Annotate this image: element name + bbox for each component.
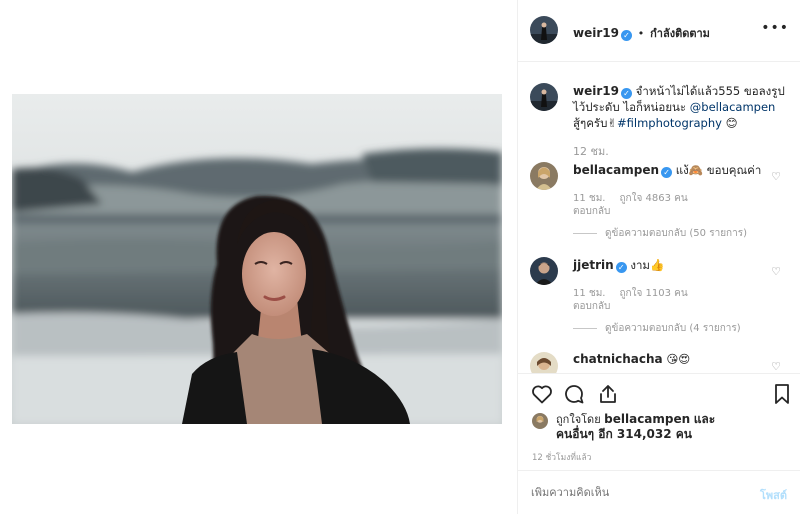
bookmark-icon[interactable] bbox=[770, 382, 794, 406]
comment-meta: 11 ชม. ถูกใจ 1103 คน ตอบกลับ bbox=[573, 287, 702, 313]
caption-emoji-victory: ✌ bbox=[607, 116, 618, 130]
author-avatar[interactable] bbox=[530, 16, 558, 44]
comment-text: bellacampen ✓ แง้🙈 ขอบคุณค่า bbox=[573, 162, 761, 180]
post-timestamp[interactable]: 12 ชั่วโมงที่แล้ว bbox=[532, 450, 591, 464]
commenter-avatar[interactable] bbox=[530, 257, 558, 285]
comment-input[interactable] bbox=[531, 486, 731, 499]
view-replies-label: ดูข้อความตอบกลับ (4 รายการ) bbox=[605, 323, 741, 334]
liker-username[interactable]: bellacampen bbox=[604, 412, 690, 426]
commenter-username[interactable]: jjetrin bbox=[573, 258, 614, 272]
caption-emoji-smile: 😊 bbox=[725, 116, 738, 130]
comment-item: bellacampen ✓ แง้🙈 ขอบคุณค่า 11 ชม. ถูกใจ … bbox=[518, 162, 800, 242]
verified-badge-icon: ✓ bbox=[620, 30, 632, 41]
comment-like-heart-icon[interactable]: ♡ bbox=[771, 360, 781, 373]
comment-like-heart-icon[interactable]: ♡ bbox=[771, 265, 781, 278]
verified-badge-icon: ✓ bbox=[620, 88, 632, 99]
verified-badge-icon: ✓ bbox=[661, 167, 673, 178]
commenter-username[interactable]: chatnichacha bbox=[573, 352, 663, 366]
comment-likes-count[interactable]: ถูกใจ 4863 คน bbox=[619, 193, 687, 204]
comment-like-heart-icon[interactable]: ♡ bbox=[771, 170, 781, 183]
comment-icon[interactable] bbox=[562, 382, 586, 406]
comment-body: แง้🙈 ขอบคุณค่า bbox=[675, 163, 762, 177]
add-comment-bar: โพสต์ bbox=[518, 470, 800, 514]
verified-badge-icon: ✓ bbox=[615, 262, 627, 273]
replies-divider-line bbox=[573, 232, 597, 234]
likes-others-link[interactable]: คนอื่นๆ อีก 314,032 คน bbox=[556, 427, 692, 441]
caption-line-2: ไว้ประดับ ไอก็หน่อยนะ bbox=[573, 100, 687, 114]
post-photo[interactable] bbox=[12, 94, 502, 424]
heart-icon[interactable] bbox=[530, 382, 554, 406]
comment-likes-count[interactable]: ถูกใจ 1103 คน bbox=[619, 288, 687, 299]
view-replies-link[interactable]: ดูข้อความตอบกลับ (50 รายการ) bbox=[573, 226, 747, 241]
caption-username[interactable]: weir19 bbox=[573, 84, 619, 98]
comment-text: chatnichacha 😘😍 bbox=[573, 352, 690, 366]
comment-body: 😘😍 bbox=[666, 352, 691, 366]
likes-text: ถูกใจโดย bellacampen และ คนอื่นๆ อีก 314… bbox=[556, 412, 715, 442]
comment-text: jjetrin ✓ งาม👍 bbox=[573, 257, 664, 275]
likes-and: และ bbox=[693, 412, 716, 426]
separator-dot: • bbox=[637, 27, 645, 40]
following-button[interactable]: กำลังติดตาม bbox=[650, 27, 710, 40]
reply-button[interactable]: ตอบกลับ bbox=[573, 300, 688, 313]
comments-list: weir19 ✓ จำหน้าไม่ได้แล้ว555 ขอลงรูป ไว้ป… bbox=[518, 63, 800, 373]
post-sidebar: weir19 ✓ • กำลังติดตาม ••• weir19 ✓ จำหน้า… bbox=[517, 0, 800, 514]
caption-author-avatar[interactable] bbox=[530, 83, 558, 111]
view-replies-link[interactable]: ดูข้อความตอบกลับ (4 รายการ) bbox=[573, 321, 741, 336]
reply-button[interactable]: ตอบกลับ bbox=[573, 205, 688, 218]
comment-timestamp[interactable]: 11 ชม. bbox=[573, 288, 605, 299]
caption-hashtag-link[interactable]: #filmphotography bbox=[617, 116, 722, 130]
commenter-avatar[interactable] bbox=[530, 352, 558, 373]
caption-mention-link[interactable]: @bellacampen bbox=[690, 100, 776, 114]
more-horizontal-icon[interactable]: ••• bbox=[761, 20, 789, 36]
author-username[interactable]: weir19 bbox=[573, 26, 619, 40]
commenter-avatar[interactable] bbox=[530, 162, 558, 190]
post-caption: weir19 ✓ จำหน้าไม่ได้แล้ว555 ขอลงรูป ไว้ป… bbox=[573, 83, 788, 131]
post-header: weir19 ✓ • กำลังติดตาม ••• bbox=[518, 0, 800, 62]
post-media-area bbox=[0, 0, 512, 514]
comment-meta: 11 ชม. ถูกใจ 4863 คน ตอบกลับ bbox=[573, 192, 702, 218]
caption-timestamp[interactable]: 12 ชม. bbox=[573, 142, 609, 160]
likes-prefix: ถูกใจโดย bbox=[556, 413, 601, 426]
caption-line-1: จำหน้าไม่ได้แล้ว555 ขอลงรูป bbox=[635, 84, 785, 98]
post-actions: ถูกใจโดย bellacampen และ คนอื่นๆ อีก 314… bbox=[518, 373, 800, 513]
comment-item: jjetrin ✓ งาม👍 11 ชม. ถูกใจ 1103 คน ตอบกลั… bbox=[518, 257, 800, 337]
liker-avatar[interactable] bbox=[532, 413, 548, 429]
commenter-username[interactable]: bellacampen bbox=[573, 163, 659, 177]
share-icon[interactable] bbox=[596, 382, 620, 406]
comment-body: งาม👍 bbox=[630, 258, 665, 272]
caption-line-3: สู้ๆครับ bbox=[573, 116, 608, 130]
comment-timestamp[interactable]: 11 ชม. bbox=[573, 193, 605, 204]
replies-divider-line bbox=[573, 327, 597, 329]
view-replies-label: ดูข้อความตอบกลับ (50 รายการ) bbox=[605, 228, 747, 239]
post-comment-button[interactable]: โพสต์ bbox=[760, 486, 787, 504]
comment-item: chatnichacha 😘😍 ♡ bbox=[518, 352, 800, 373]
post-header-text: weir19 ✓ • กำลังติดตาม bbox=[573, 24, 710, 42]
